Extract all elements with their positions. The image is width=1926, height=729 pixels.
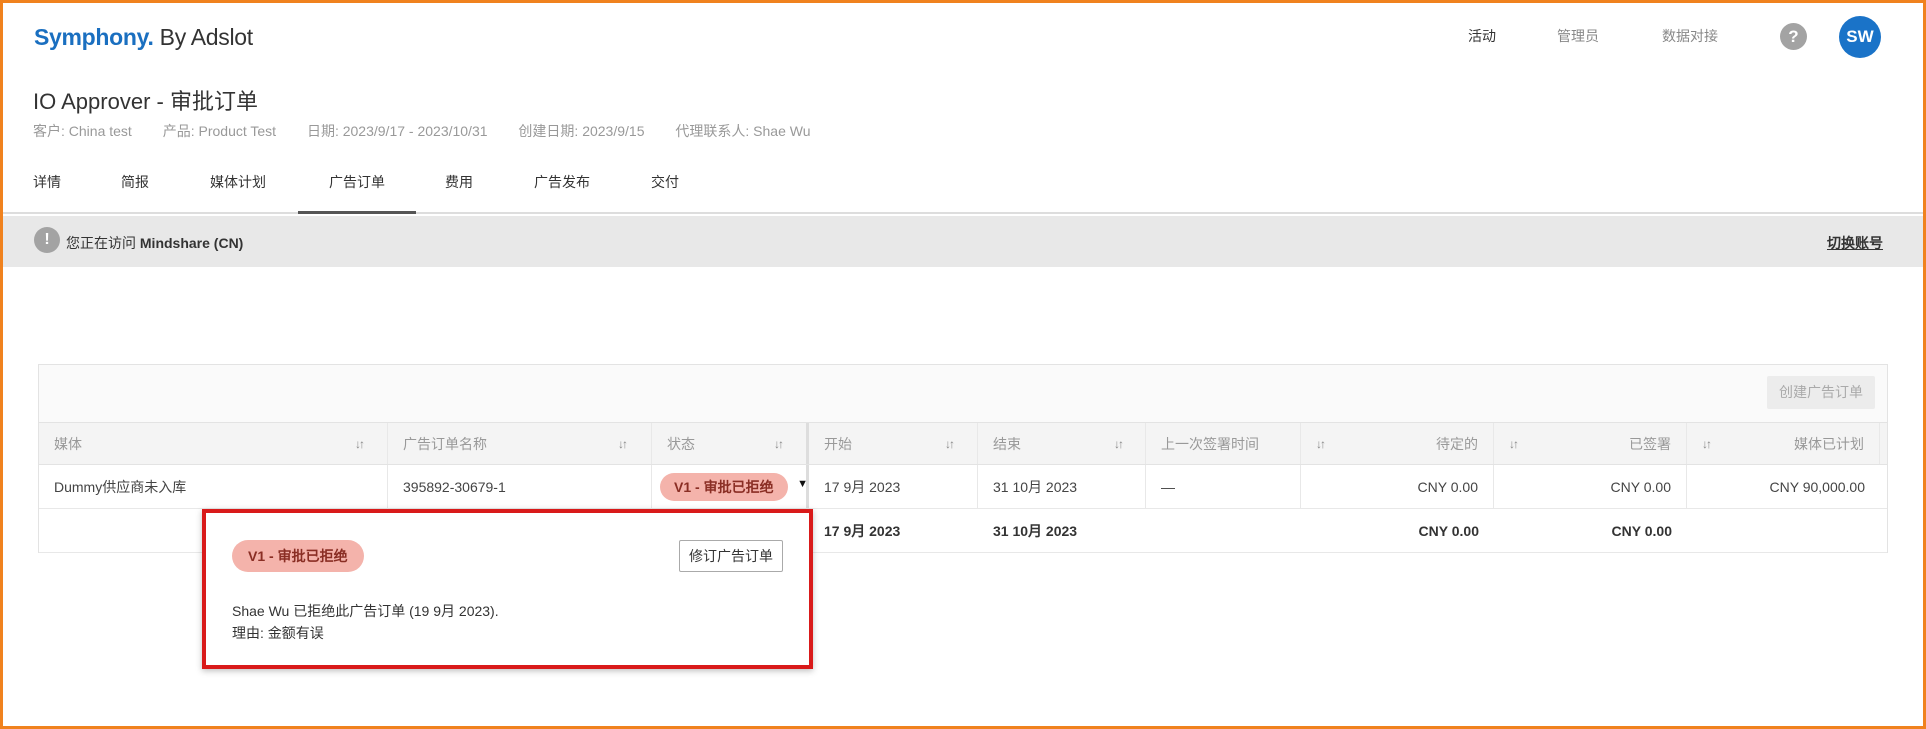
help-icon[interactable]: ? <box>1780 23 1807 50</box>
cell-signed: CNY 0.00 <box>1494 465 1687 508</box>
table-row[interactable]: Dummy供应商未入库 395892-30679-1 V1 - 审批已拒绝 ▼ … <box>39 465 1887 509</box>
sort-icon[interactable]: ↓↑ <box>945 437 955 451</box>
create-io-button[interactable]: 创建广告订单 <box>1767 376 1875 409</box>
col-status[interactable]: 状态 ↓↑ <box>652 423 809 464</box>
total-start: 17 9月 2023 <box>809 509 978 552</box>
user-avatar[interactable]: SW <box>1839 16 1881 58</box>
tab-media-plan[interactable]: 媒体计划 <box>196 160 280 214</box>
col-status-label: 状态 <box>667 435 695 452</box>
nav-admin[interactable]: 管理员 <box>1536 0 1620 72</box>
col-pending[interactable]: ↓↑ 待定的 <box>1301 423 1494 464</box>
col-io-name-label: 广告订单名称 <box>403 435 487 452</box>
total-pending-amount: CNY 0.00 <box>1418 522 1479 539</box>
sort-icon[interactable]: ↓↑ <box>355 437 365 451</box>
switch-account-link[interactable]: 切换账号 <box>1827 233 1883 253</box>
col-end[interactable]: 结束 ↓↑ <box>978 423 1146 464</box>
meta-created: 创建日期: 2023/9/15 <box>518 123 645 139</box>
cell-media: Dummy供应商未入库 <box>39 465 388 508</box>
rejection-reason: 理由: 金额有误 <box>232 625 324 641</box>
sort-icon[interactable]: ↓↑ <box>618 437 628 451</box>
nav-campaigns[interactable]: 活动 <box>1438 0 1526 72</box>
banner-account: Mindshare (CN) <box>139 235 244 251</box>
cell-last-signed: — <box>1146 465 1301 508</box>
nav-integrations[interactable]: 数据对接 <box>1648 0 1732 72</box>
revise-io-button[interactable]: 修订广告订单 <box>679 540 783 572</box>
col-signed-label: 已签署 <box>1629 435 1671 452</box>
status-popover: V1 - 审批已拒绝 修订广告订单 Shae Wu 已拒绝此广告订单 (19 9… <box>202 509 813 669</box>
banner-prefix: 您正在访问 <box>66 235 140 251</box>
io-name: 395892-30679-1 <box>403 478 506 495</box>
col-planned-label: 媒体已计划 <box>1794 435 1864 452</box>
total-pending: CNY 0.00 <box>1301 509 1494 552</box>
total-signed-amount: CNY 0.00 <box>1611 522 1672 539</box>
campaign-meta: 客户: China test 产品: Product Test 日期: 2023… <box>33 121 838 141</box>
meta-product: 产品: Product Test <box>162 123 277 139</box>
banner-message: 您正在访问 Mindshare (CN) <box>66 233 243 253</box>
tab-insertion-orders[interactable]: 广告订单 <box>298 160 416 214</box>
meta-client: 客户: China test <box>33 123 132 139</box>
col-start-label: 开始 <box>824 435 852 452</box>
app-header: Symphony. By Adslot 活动 管理员 数据对接 ? SW <box>0 0 1926 78</box>
popover-status-badge: V1 - 审批已拒绝 <box>232 540 364 572</box>
meta-agent: 代理联系人: Shae Wu <box>675 123 811 139</box>
meta-dates: 日期: 2023/9/17 - 2023/10/31 <box>306 123 488 139</box>
last-signed: — <box>1161 478 1175 495</box>
col-end-label: 结束 <box>993 435 1021 452</box>
total-start-date: 17 9月 2023 <box>824 522 901 539</box>
col-pending-label: 待定的 <box>1436 435 1478 452</box>
table-header: 媒体 ↓↑ 广告订单名称 ↓↑ 状态 ↓↑ 开始 ↓↑ 结束 ↓↑ 上一次签署时… <box>39 422 1887 465</box>
sort-icon[interactable]: ↓↑ <box>1702 437 1712 451</box>
start-date: 17 9月 2023 <box>824 478 901 495</box>
total-end-date: 31 10月 2023 <box>993 522 1078 539</box>
status-badge[interactable]: V1 - 审批已拒绝 <box>660 473 788 501</box>
sort-icon[interactable]: ↓↑ <box>774 437 784 451</box>
media-name: Dummy供应商未入库 <box>54 478 187 495</box>
rejection-message: Shae Wu 已拒绝此广告订单 (19 9月 2023). <box>232 603 499 619</box>
logo-suffix: By Adslot <box>153 24 254 50</box>
cell-planned: CNY 90,000.00 <box>1687 465 1880 508</box>
app-logo[interactable]: Symphony. By Adslot <box>34 24 253 51</box>
cell-start: 17 9月 2023 <box>809 465 978 508</box>
col-media-label: 媒体 <box>54 435 82 452</box>
tab-costs[interactable]: 费用 <box>432 160 486 214</box>
alert-icon: ! <box>34 227 60 253</box>
sort-icon[interactable]: ↓↑ <box>1114 437 1124 451</box>
logo-brand: Symphony. <box>34 24 154 50</box>
col-start[interactable]: 开始 ↓↑ <box>809 423 978 464</box>
caret-down-icon[interactable]: ▼ <box>797 478 808 490</box>
end-date: 31 10月 2023 <box>993 478 1078 495</box>
account-banner: ! 您正在访问 Mindshare (CN) 切换账号 <box>3 216 1923 267</box>
tab-brief[interactable]: 简报 <box>108 160 162 214</box>
pending-amount: CNY 0.00 <box>1417 478 1478 495</box>
tab-trafficking[interactable]: 广告发布 <box>520 160 604 214</box>
cell-pending: CNY 0.00 <box>1301 465 1494 508</box>
total-signed: CNY 0.00 <box>1494 509 1687 552</box>
sort-icon[interactable]: ↓↑ <box>1316 437 1326 451</box>
col-io-name[interactable]: 广告订单名称 ↓↑ <box>388 423 652 464</box>
total-end: 31 10月 2023 <box>978 509 1146 552</box>
cell-status[interactable]: V1 - 审批已拒绝 ▼ <box>652 465 809 508</box>
tab-details[interactable]: 详情 <box>20 160 74 214</box>
planned-amount: CNY 90,000.00 <box>1769 478 1865 495</box>
col-media[interactable]: 媒体 ↓↑ <box>39 423 388 464</box>
tab-delivery[interactable]: 交付 <box>638 160 692 214</box>
col-last-signed[interactable]: 上一次签署时间 <box>1146 423 1301 464</box>
col-signed[interactable]: ↓↑ 已签署 <box>1494 423 1687 464</box>
cell-io-name: 395892-30679-1 <box>388 465 652 508</box>
campaign-tabs: 详情 简报 媒体计划 广告订单 费用 广告发布 交付 <box>0 160 1926 214</box>
sort-icon[interactable]: ↓↑ <box>1509 437 1519 451</box>
page-title: IO Approver - 审批订单 <box>33 89 258 114</box>
col-last-signed-label: 上一次签署时间 <box>1161 435 1259 452</box>
col-planned[interactable]: ↓↑ 媒体已计划 <box>1687 423 1880 464</box>
signed-amount: CNY 0.00 <box>1610 478 1671 495</box>
cell-end: 31 10月 2023 <box>978 465 1146 508</box>
